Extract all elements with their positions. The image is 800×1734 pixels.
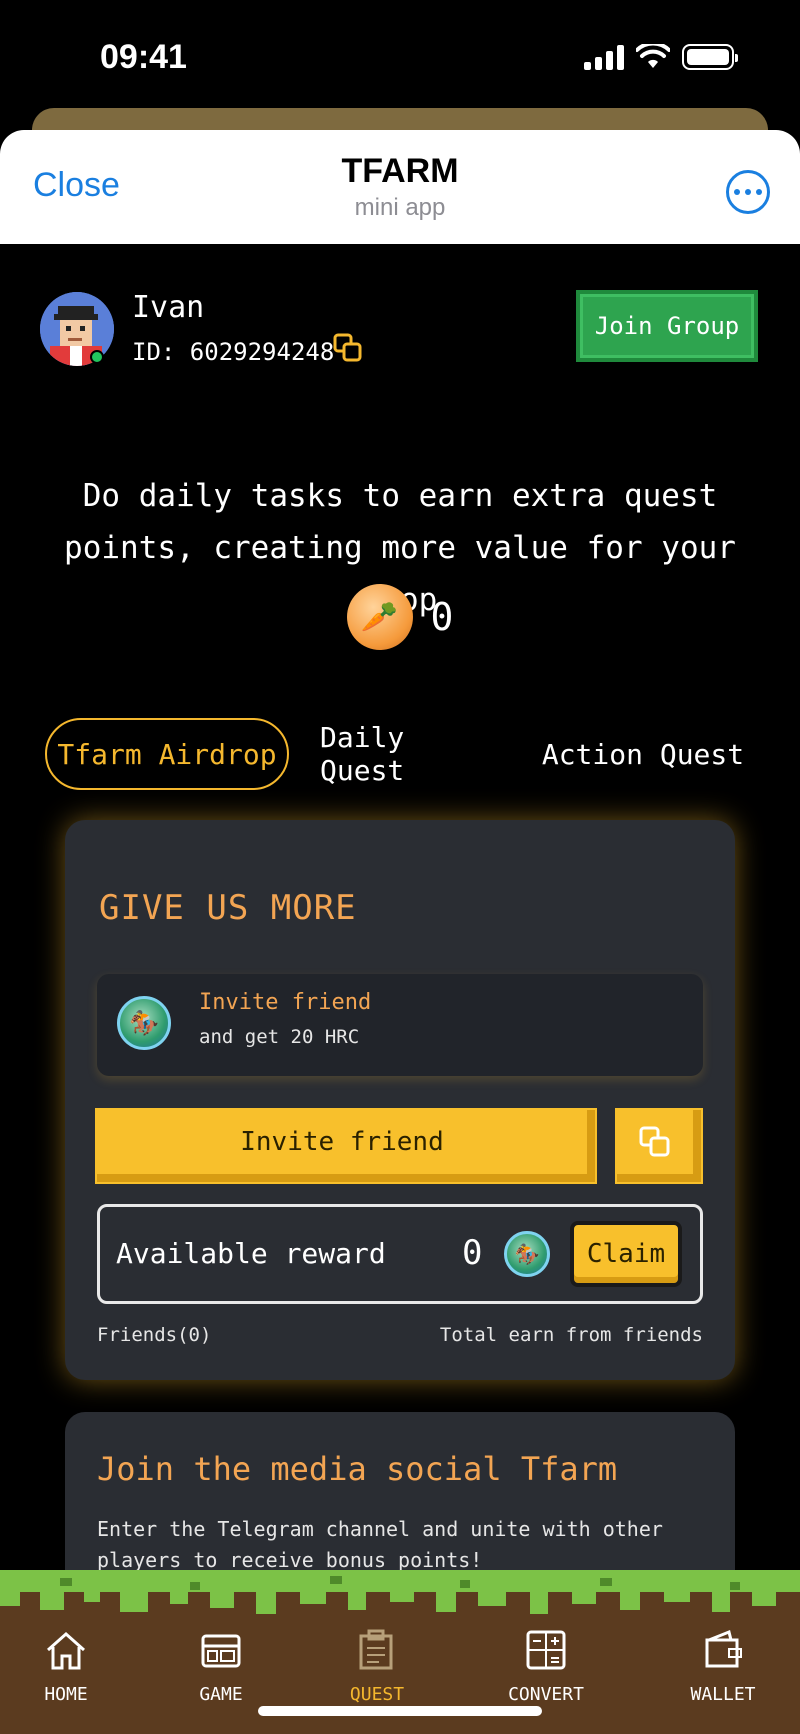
claim-button[interactable]: Claim — [570, 1221, 682, 1287]
carrot-coin-icon: 🥕 — [346, 584, 413, 650]
available-reward-box: Available reward 0 🏇 Claim — [97, 1204, 703, 1304]
nav-label: HOME — [44, 1684, 88, 1705]
total-earn-label: Total earn from friends — [439, 1324, 703, 1346]
available-reward-label: Available reward — [116, 1237, 386, 1270]
friends-count: Friends(0) — [97, 1324, 212, 1346]
copy-icon[interactable] — [332, 332, 364, 364]
status-time: 09:41 — [100, 38, 187, 76]
nav-label: QUEST — [349, 1684, 405, 1705]
social-card-title: Join the media social Tfarm — [97, 1450, 618, 1488]
nav-game[interactable]: GAME — [166, 1626, 276, 1705]
convert-icon — [526, 1630, 566, 1670]
nav-label: WALLET — [690, 1684, 756, 1705]
status-bar: 09:41 — [0, 0, 800, 110]
points-value: 0 — [430, 595, 454, 639]
user-id: ID: 6029294248 — [132, 338, 335, 366]
give-us-more-card: GIVE US MORE 🏇 Invite friend and get 20 … — [65, 820, 735, 1380]
app-title: TFARM — [341, 152, 459, 190]
wifi-icon — [636, 44, 670, 68]
nav-label: GAME — [199, 1684, 243, 1705]
nav-label: CONVERT — [508, 1684, 584, 1705]
battery-icon — [682, 44, 738, 70]
home-icon — [47, 1631, 85, 1670]
tab-daily-quest[interactable]: Daily Quest — [320, 718, 500, 790]
home-indicator[interactable] — [258, 1706, 542, 1716]
grass-border — [0, 1570, 800, 1614]
available-reward-value: 0 — [462, 1233, 483, 1273]
nav-home[interactable]: HOME — [11, 1626, 121, 1705]
social-card-description: Enter the Telegram channel and unite wit… — [97, 1517, 663, 1572]
nav-convert[interactable]: CONVERT — [491, 1626, 601, 1705]
app-subtitle: mini app — [354, 194, 446, 221]
quest-icon — [359, 1629, 393, 1670]
invite-friend-button[interactable]: Invite friend — [97, 1110, 595, 1182]
invite-info-box: 🏇 Invite friend and get 20 HRC — [97, 974, 703, 1076]
cellular-signal-icon — [584, 44, 624, 70]
mini-app-header: Close TFARM mini app — [0, 130, 800, 244]
more-options-button[interactable] — [726, 170, 770, 214]
copy-invite-link-button[interactable] — [617, 1110, 701, 1182]
tab-tfarm-airdrop[interactable]: Tfarm Airdrop — [45, 718, 289, 790]
wallet-icon — [705, 1629, 742, 1668]
hrc-token-icon: 🏇 — [504, 1231, 550, 1277]
status-icons — [584, 44, 738, 70]
nav-quest[interactable]: QUEST — [322, 1626, 432, 1705]
nav-wallet[interactable]: WALLET — [668, 1626, 778, 1705]
online-status-dot — [90, 350, 104, 364]
quest-points: 🥕 0 — [0, 584, 800, 650]
game-icon — [201, 1634, 241, 1668]
hrc-token-icon: 🏇 — [117, 996, 171, 1050]
user-name: Ivan — [132, 290, 205, 325]
copy-icon — [639, 1126, 670, 1157]
card-title: GIVE US MORE — [99, 888, 357, 928]
invite-subtitle: and get 20 HRC — [199, 1026, 360, 1048]
invite-title: Invite friend — [199, 990, 372, 1015]
join-group-button[interactable]: Join Group — [576, 290, 758, 362]
tab-action-quest[interactable]: Action Quest — [540, 718, 746, 790]
